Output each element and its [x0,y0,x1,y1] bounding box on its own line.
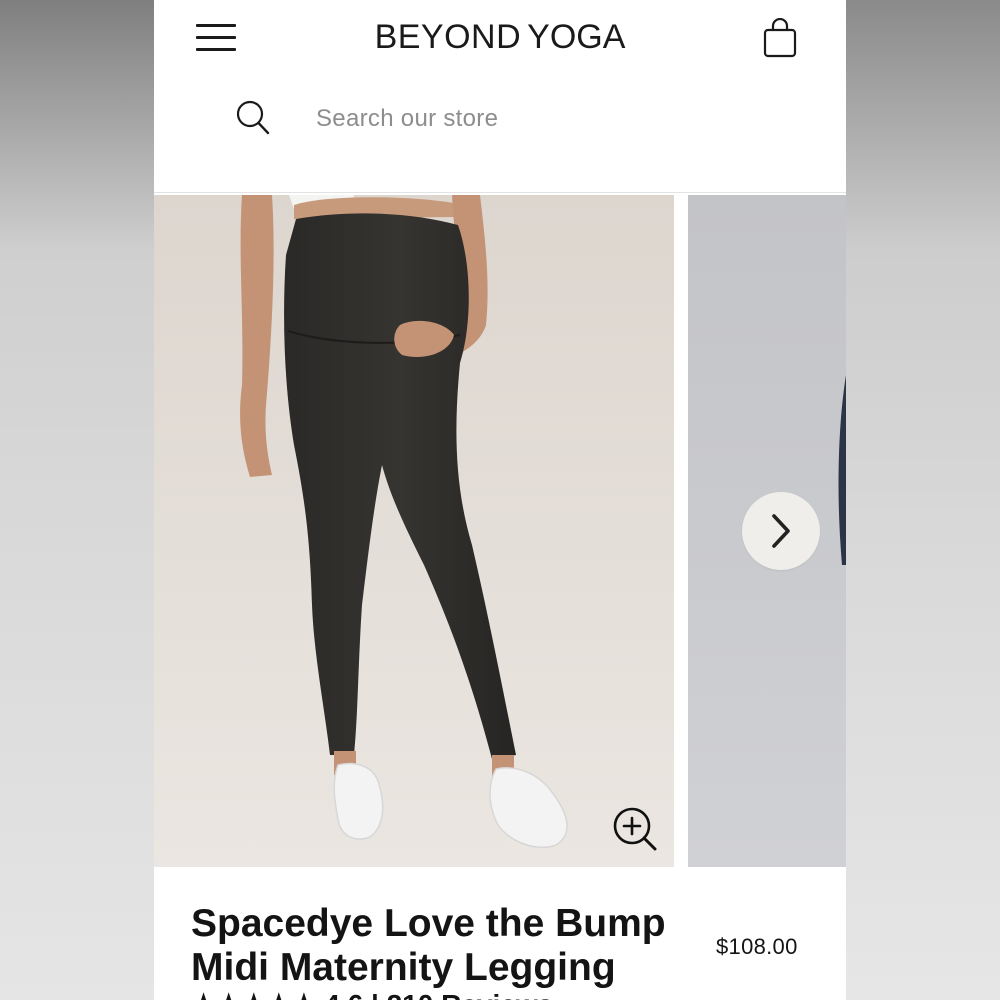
brand-logo[interactable]: BEYOND YOGA [154,18,846,57]
background-left-blur [0,0,154,1000]
shopping-bag-icon[interactable] [762,18,798,58]
background-right-blur [846,0,1000,1000]
zoom-in-icon[interactable] [612,806,658,852]
product-title-line1: Spacedye Love the Bump [191,902,666,945]
chevron-right-icon [772,514,790,548]
product-title: Spacedye Love the Bump Midi Maternity Le… [191,902,711,990]
brand-logo-light: YOGA [527,18,626,56]
product-price: $108.00 [716,934,798,959]
product-title-line2: Midi Maternity Legging [191,946,616,989]
header-divider [154,192,846,193]
gallery-next-button[interactable] [742,492,820,570]
search-input[interactable] [314,98,738,140]
rating-summary[interactable]: ★★★★★ 4.6 | 210 Reviews [191,988,553,1000]
search-icon[interactable] [236,100,270,136]
search-bar [154,90,846,150]
product-info: Spacedye Love the Bump Midi Maternity Le… [154,868,846,1000]
brand-logo-bold: BEYOND [374,18,522,56]
product-photo-illustration [154,195,674,867]
product-image-main[interactable] [154,195,674,867]
phone-screen: BEYOND YOGA Search our store Spacedye Lo… [154,0,846,1000]
